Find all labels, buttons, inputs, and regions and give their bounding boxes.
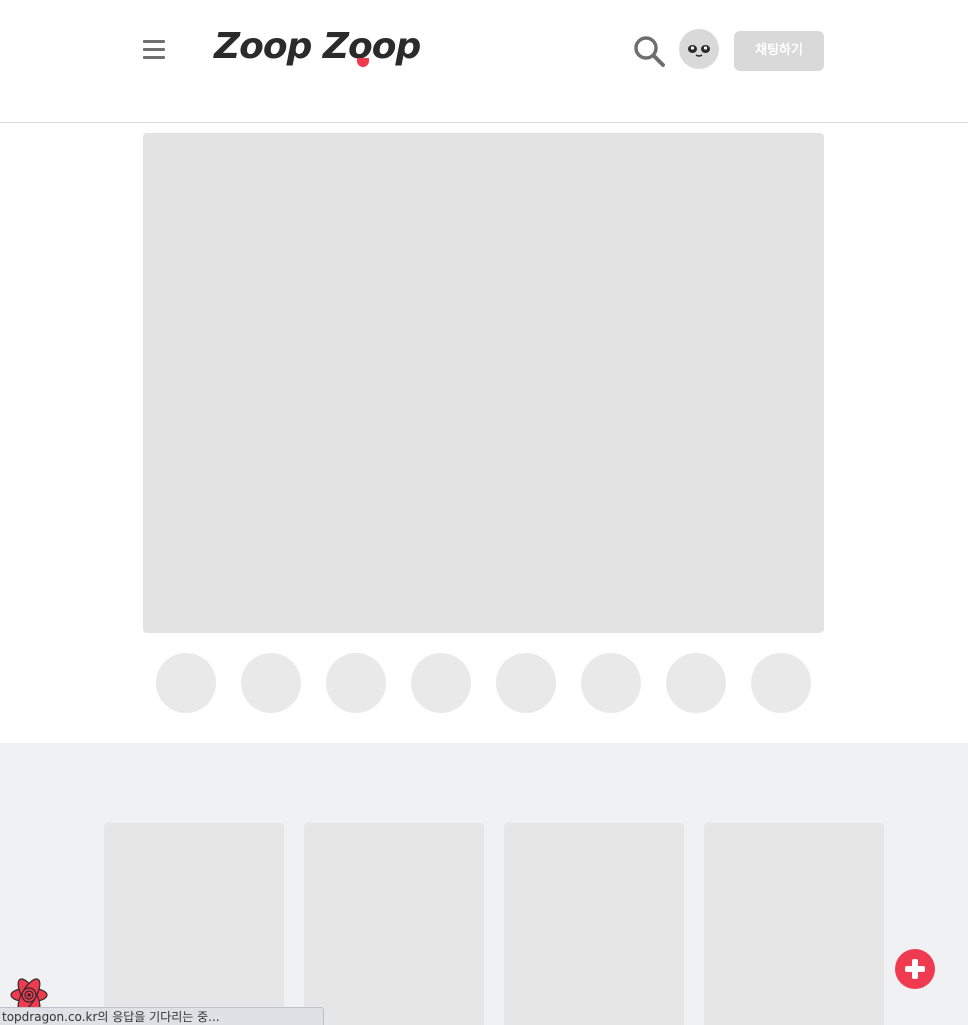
user-avatar[interactable]	[679, 29, 719, 69]
search-icon	[634, 36, 665, 67]
browser-status-bar: topdragon.co.kr의 응답을 기다리는 중...	[0, 1007, 324, 1025]
category-skeleton	[496, 653, 556, 713]
hamburger-icon-bar	[143, 56, 165, 59]
hamburger-icon-bar	[143, 48, 165, 51]
category-skeleton	[666, 653, 726, 713]
logo-text: Zoop Zoop	[214, 26, 421, 67]
category-skeleton	[326, 653, 386, 713]
category-skeleton	[241, 653, 301, 713]
category-skeleton	[411, 653, 471, 713]
page: Zoop Zoop 채팅하기 topdragon.co.kr의 응답을 기다리는…	[0, 0, 968, 1025]
category-skeleton-row	[156, 653, 816, 713]
category-skeleton	[581, 653, 641, 713]
react-devtools-icon	[10, 978, 48, 1012]
category-skeleton	[156, 653, 216, 713]
panda-face-icon	[688, 45, 710, 57]
card-skeleton	[504, 823, 684, 1025]
search-button[interactable]	[632, 34, 666, 68]
menu-button[interactable]	[143, 40, 165, 60]
card-skeleton	[304, 823, 484, 1025]
category-skeleton	[751, 653, 811, 713]
banner-skeleton	[143, 133, 824, 633]
card-section	[0, 743, 968, 1025]
card-skeleton	[104, 823, 284, 1025]
react-devtools-button[interactable]	[8, 977, 50, 1012]
add-button[interactable]	[895, 949, 935, 989]
hamburger-icon-bar	[143, 40, 165, 43]
site-logo[interactable]: Zoop Zoop	[214, 24, 421, 70]
card-skeleton	[704, 823, 884, 1025]
chat-button[interactable]: 채팅하기	[734, 31, 824, 71]
site-header: Zoop Zoop 채팅하기	[0, 0, 968, 123]
